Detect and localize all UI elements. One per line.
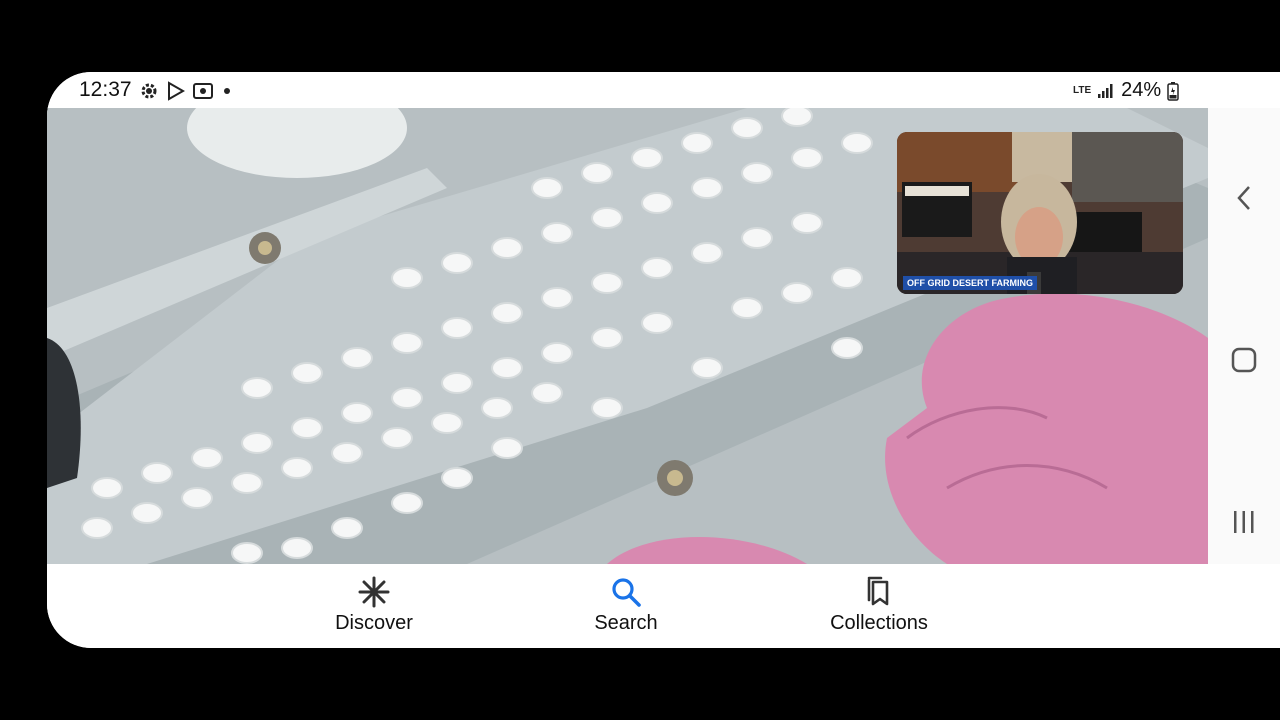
battery-percent: 24% (1121, 79, 1162, 101)
pip-channel-banner: OFF GRID DESERT FARMING (903, 276, 1037, 290)
tab-search[interactable]: Search (551, 576, 701, 635)
play-store-icon (168, 81, 185, 101)
back-chevron-icon (1237, 186, 1250, 210)
tab-collections-label: Collections (830, 612, 928, 634)
screen-recorder-icon (193, 83, 213, 99)
home-button[interactable] (1226, 342, 1262, 378)
pip-video-frame (897, 132, 1183, 294)
tab-discover[interactable]: Discover (299, 576, 449, 635)
back-button[interactable] (1226, 180, 1262, 216)
asterisk-icon (358, 576, 390, 608)
tab-discover-label: Discover (335, 612, 413, 634)
home-square-icon (1231, 347, 1257, 373)
recents-lines-icon (1234, 511, 1254, 533)
pip-video-window[interactable]: OFF GRID DESERT FARMING (897, 132, 1183, 294)
bookmarks-icon (867, 576, 889, 606)
status-bar: 12:37 LTE 24% (47, 72, 1280, 108)
status-notification-icons (139, 81, 233, 101)
more-notifications-dot-icon (224, 88, 230, 94)
search-icon (612, 578, 641, 607)
status-time: 12:37 (79, 78, 132, 101)
network-type-label: LTE (1073, 84, 1092, 96)
system-navigation-bar (1208, 108, 1280, 564)
background-photo: OFF GRID DESERT FARMING (47, 108, 1208, 564)
bottom-navigation: Discover Search Collections (47, 564, 1280, 648)
signal-icon (1098, 83, 1113, 98)
battery-charging-icon (1167, 81, 1179, 101)
recents-button[interactable] (1226, 504, 1262, 540)
status-system-icons: LTE 24% (1073, 79, 1179, 102)
phone-screen: 12:37 LTE 24% OFF GRID DESERT FARMING Di… (47, 72, 1280, 648)
tab-search-label: Search (594, 612, 658, 634)
gear-icon (141, 83, 157, 99)
tab-collections[interactable]: Collections (804, 576, 954, 635)
